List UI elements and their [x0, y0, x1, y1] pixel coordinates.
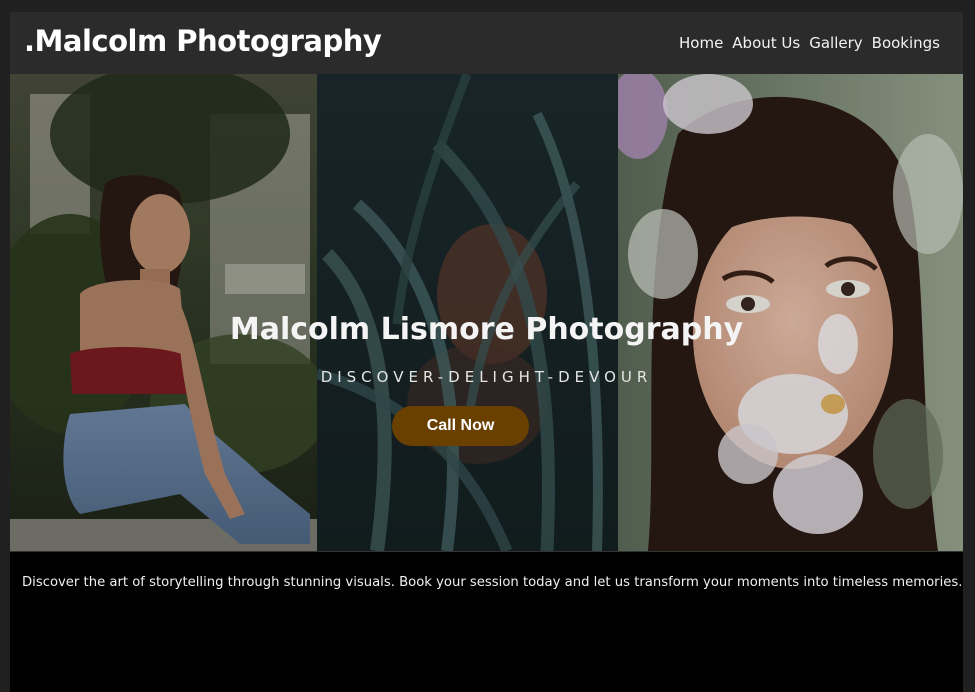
site-logo[interactable]: .Malcolm Photography [24, 24, 382, 58]
nav-gallery[interactable]: Gallery [809, 34, 862, 52]
hero-tagline: DISCOVER-DELIGHT-DEVOUR [320, 368, 653, 386]
main-nav: Home About Us Gallery Bookings [679, 34, 940, 52]
navbar: .Malcolm Photography Home About Us Galle… [10, 12, 963, 74]
section-divider [10, 551, 963, 552]
page-frame: .Malcolm Photography Home About Us Galle… [10, 12, 963, 692]
hero-section: Malcolm Lismore Photography DISCOVER-DEL… [10, 74, 963, 551]
nav-bookings[interactable]: Bookings [872, 34, 940, 52]
nav-home[interactable]: Home [679, 34, 723, 52]
intro-description: Discover the art of storytelling through… [22, 575, 963, 590]
hero-title: Malcolm Lismore Photography [229, 312, 744, 347]
call-now-button[interactable]: Call Now [392, 406, 529, 446]
nav-about-us[interactable]: About Us [732, 34, 800, 52]
